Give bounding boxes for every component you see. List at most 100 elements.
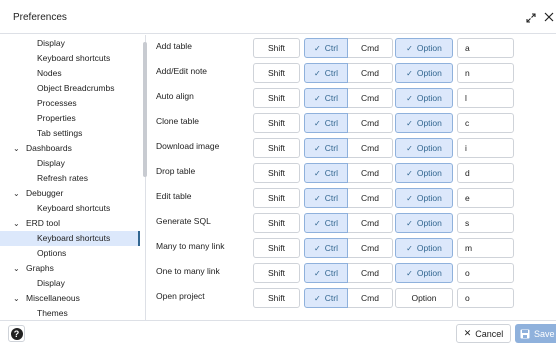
key-input[interactable]: a bbox=[457, 38, 514, 58]
sidebar-item[interactable]: Keyboard shortcuts bbox=[0, 231, 140, 246]
option-toggle[interactable]: ✓ Option bbox=[395, 138, 453, 158]
cmd-toggle[interactable]: Cmd bbox=[348, 163, 393, 183]
sidebar-item[interactable]: ⌄ Miscellaneous bbox=[0, 291, 140, 306]
cmd-toggle[interactable]: Cmd bbox=[348, 263, 393, 283]
option-toggle[interactable]: ✓ Option bbox=[395, 263, 453, 283]
cmd-toggle[interactable]: Cmd bbox=[348, 113, 393, 133]
key-input[interactable]: o bbox=[457, 288, 514, 308]
ctrl-toggle[interactable]: ✓ Ctrl bbox=[304, 138, 348, 158]
help-button[interactable]: ? bbox=[8, 325, 25, 342]
shift-toggle[interactable]: Shift bbox=[253, 63, 300, 83]
cmd-toggle[interactable]: Cmd bbox=[348, 63, 393, 83]
sidebar-item[interactable]: Themes bbox=[0, 306, 140, 320]
key-input[interactable]: n bbox=[457, 63, 514, 83]
option-label: Option bbox=[416, 243, 442, 253]
cmd-toggle[interactable]: Cmd bbox=[348, 213, 393, 233]
close-icon[interactable] bbox=[544, 12, 554, 22]
cmd-toggle[interactable]: Cmd bbox=[348, 188, 393, 208]
chevron-down-icon[interactable]: ⌄ bbox=[13, 186, 22, 201]
key-input[interactable]: d bbox=[457, 163, 514, 183]
sidebar-item[interactable]: Processes bbox=[0, 96, 140, 111]
ctrl-toggle[interactable]: ✓ Ctrl bbox=[304, 88, 348, 108]
cancel-button[interactable]: ✕ Cancel bbox=[456, 324, 511, 343]
cmd-toggle[interactable]: Cmd bbox=[348, 88, 393, 108]
shortcuts-panel: Add table Shift ✓ Ctrl Cmd ✓ Option a Add/Edit n… bbox=[147, 35, 556, 320]
shift-toggle[interactable]: Shift bbox=[253, 213, 300, 233]
ctrl-label: Ctrl bbox=[324, 93, 338, 103]
option-toggle[interactable]: ✓ Option bbox=[395, 113, 453, 133]
ctrl-toggle[interactable]: ✓ Ctrl bbox=[304, 63, 348, 83]
ctrl-toggle[interactable]: ✓ Ctrl bbox=[304, 38, 348, 58]
shift-label: Shift bbox=[267, 293, 285, 303]
sidebar-item[interactable]: ⌄ Dashboards bbox=[0, 141, 140, 156]
cmd-toggle[interactable]: Cmd bbox=[348, 138, 393, 158]
ctrl-toggle[interactable]: ✓ Ctrl bbox=[304, 263, 348, 283]
option-toggle[interactable]: ✓ Option bbox=[395, 63, 453, 83]
cmd-toggle[interactable]: Cmd bbox=[348, 288, 393, 308]
shift-label: Shift bbox=[267, 193, 285, 203]
shift-toggle[interactable]: Shift bbox=[253, 38, 300, 58]
shift-toggle[interactable]: Shift bbox=[253, 138, 300, 158]
shift-toggle[interactable]: Shift bbox=[253, 163, 300, 183]
sidebar-item[interactable]: Keyboard shortcuts bbox=[0, 51, 140, 66]
ctrl-toggle[interactable]: ✓ Ctrl bbox=[304, 238, 348, 258]
check-icon: ✓ bbox=[314, 43, 321, 53]
sidebar-item[interactable]: Object Breadcrumbs bbox=[0, 81, 140, 96]
shortcut-label: Edit table bbox=[156, 191, 192, 201]
cmd-toggle[interactable]: Cmd bbox=[348, 38, 393, 58]
sidebar-item[interactable]: Display bbox=[0, 276, 140, 291]
shift-toggle[interactable]: Shift bbox=[253, 113, 300, 133]
sidebar-item[interactable]: Display bbox=[0, 36, 140, 51]
option-toggle[interactable]: ✓ Option bbox=[395, 38, 453, 58]
sidebar-item[interactable]: Keyboard shortcuts bbox=[0, 201, 140, 216]
save-button[interactable]: Save bbox=[515, 324, 556, 343]
cmd-toggle[interactable]: Cmd bbox=[348, 238, 393, 258]
check-icon: ✓ bbox=[406, 43, 413, 53]
sidebar-item[interactable]: Properties bbox=[0, 111, 140, 126]
ctrl-toggle[interactable]: ✓ Ctrl bbox=[304, 288, 348, 308]
option-label: Option bbox=[411, 293, 437, 303]
ctrl-toggle[interactable]: ✓ Ctrl bbox=[304, 213, 348, 233]
ctrl-toggle[interactable]: ✓ Ctrl bbox=[304, 163, 348, 183]
sidebar-item[interactable]: Display bbox=[0, 156, 140, 171]
key-input[interactable]: e bbox=[457, 188, 514, 208]
shift-label: Shift bbox=[267, 93, 285, 103]
shift-toggle[interactable]: Shift bbox=[253, 288, 300, 308]
option-toggle[interactable]: ✓ Option bbox=[395, 88, 453, 108]
chevron-down-icon[interactable]: ⌄ bbox=[13, 261, 22, 276]
preferences-tree[interactable]: Display Keyboard shortcuts Nodes Object Bre… bbox=[0, 35, 146, 320]
sidebar-item-label: Object Breadcrumbs bbox=[37, 83, 115, 93]
option-toggle[interactable]: ✓ Option bbox=[395, 238, 453, 258]
expand-icon[interactable] bbox=[526, 13, 536, 23]
check-icon: ✓ bbox=[314, 218, 321, 228]
option-toggle[interactable]: ✓ Option bbox=[395, 163, 453, 183]
ctrl-toggle[interactable]: ✓ Ctrl bbox=[304, 113, 348, 133]
shortcut-label: Auto align bbox=[156, 91, 194, 101]
sidebar-item[interactable]: Tab settings bbox=[0, 126, 140, 141]
chevron-down-icon[interactable]: ⌄ bbox=[13, 216, 22, 231]
chevron-down-icon[interactable]: ⌄ bbox=[13, 141, 22, 156]
sidebar-item[interactable]: ⌄ Graphs bbox=[0, 261, 140, 276]
shift-toggle[interactable]: Shift bbox=[253, 238, 300, 258]
sidebar-item[interactable]: Refresh rates bbox=[0, 171, 140, 186]
key-input[interactable]: l bbox=[457, 88, 514, 108]
sidebar-item[interactable]: ⌄ ERD tool bbox=[0, 216, 140, 231]
key-input[interactable]: m bbox=[457, 238, 514, 258]
option-toggle[interactable]: ✓ Option bbox=[395, 213, 453, 233]
shift-toggle[interactable]: Shift bbox=[253, 88, 300, 108]
chevron-down-icon[interactable]: ⌄ bbox=[13, 291, 22, 306]
sidebar-item[interactable]: Options bbox=[0, 246, 140, 261]
shift-label: Shift bbox=[267, 143, 285, 153]
option-toggle[interactable]: ✓ Option bbox=[395, 188, 453, 208]
sidebar-item[interactable]: ⌄ Debugger bbox=[0, 186, 140, 201]
key-input[interactable]: s bbox=[457, 213, 514, 233]
key-input[interactable]: o bbox=[457, 263, 514, 283]
key-input[interactable]: c bbox=[457, 113, 514, 133]
shift-toggle[interactable]: Shift bbox=[253, 188, 300, 208]
ctrl-toggle[interactable]: ✓ Ctrl bbox=[304, 188, 348, 208]
check-icon: ✓ bbox=[406, 68, 413, 78]
shift-toggle[interactable]: Shift bbox=[253, 263, 300, 283]
key-input[interactable]: i bbox=[457, 138, 514, 158]
option-toggle[interactable]: Option bbox=[395, 288, 453, 308]
sidebar-item[interactable]: Nodes bbox=[0, 66, 140, 81]
